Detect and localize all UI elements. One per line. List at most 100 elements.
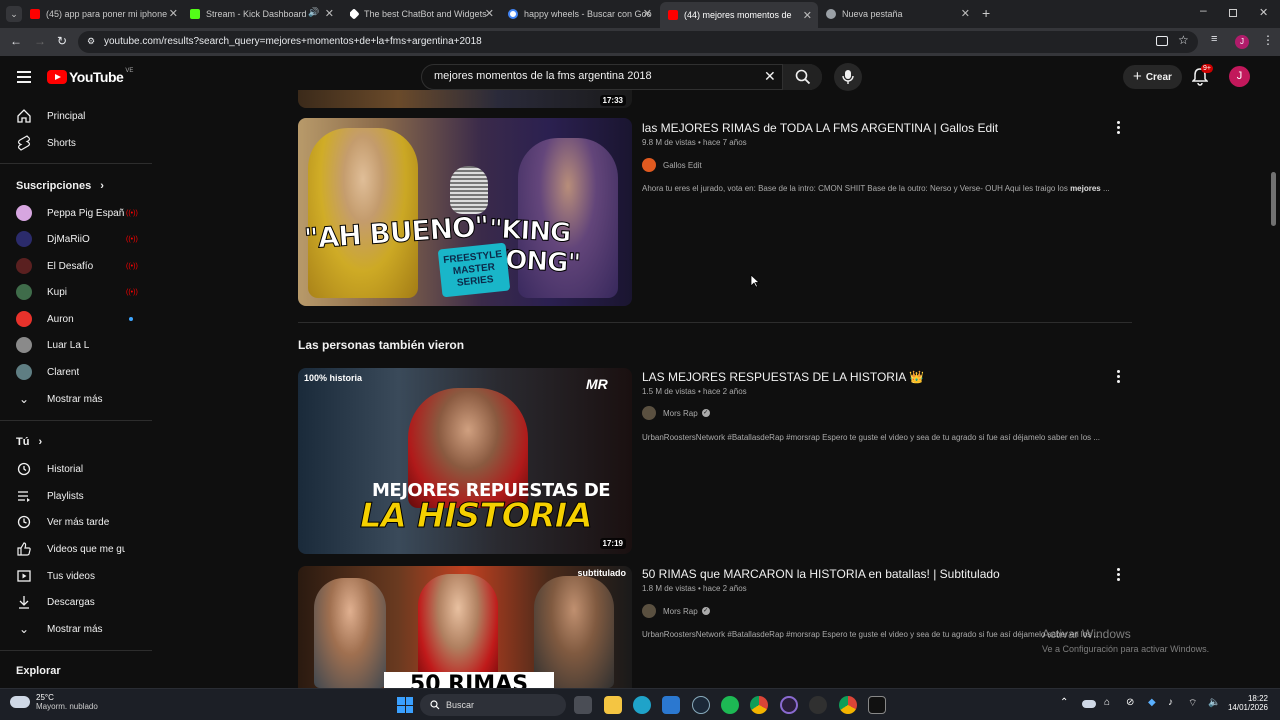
windows-taskbar: 25°C Mayorm. nublado Buscar ⌃ ⌂ ⊘ ◆ ♪ ⌔ … — [0, 688, 1280, 720]
close-tab-icon[interactable]: ✕ — [643, 7, 652, 20]
wifi-icon[interactable]: ⌔ — [1188, 697, 1197, 710]
you-heading[interactable]: Tú › — [16, 436, 42, 448]
channel-avatar — [642, 406, 656, 420]
back-icon[interactable]: ← — [10, 34, 22, 48]
sidebar-item-label: Historial — [47, 463, 84, 475]
close-tab-icon[interactable]: ✕ — [325, 7, 334, 20]
app-icon[interactable] — [809, 696, 827, 714]
close-window-icon[interactable]: ✕ — [1259, 6, 1268, 19]
video-thumbnail[interactable]: "AH BUENO" "KING KONG" FREESTYLE MASTER … — [298, 118, 632, 306]
weather-widget[interactable]: 25°C Mayorm. nublado — [10, 693, 98, 711]
tab-list-dropdown-icon[interactable]: ⌄ — [6, 6, 22, 22]
video-thumbnail[interactable]: subtitulado 50 RIMAS — [298, 566, 632, 688]
subscriptions-heading[interactable]: Suscripciones › — [16, 180, 104, 192]
sidebar-subscription[interactable]: Clarent — [0, 359, 152, 385]
youtube-logo[interactable]: YouTube VE — [47, 68, 133, 85]
minimize-icon[interactable]: – — [1200, 3, 1207, 17]
audio-playing-icon[interactable]: 🔊 — [308, 7, 319, 18]
network-icon[interactable]: ⌂ — [1104, 697, 1110, 708]
channel-link[interactable]: Mors Rap ✓ — [642, 405, 710, 421]
volume-icon[interactable]: 🔈 — [1208, 697, 1220, 708]
tab-label: Stream - Kick Dashboard — [206, 9, 307, 19]
channel-link[interactable]: Mors Rap ✓ — [642, 603, 710, 619]
page-scrollbar[interactable] — [1271, 172, 1276, 226]
sidebar-subscription[interactable]: El Desafío ((•)) — [0, 253, 152, 279]
chrome-profile-icon[interactable] — [839, 696, 857, 714]
close-tab-icon[interactable]: ✕ — [169, 7, 178, 20]
channel-avatar — [642, 158, 656, 172]
video-thumbnail[interactable]: 100% historia MR MEJORES REPUESTAS DE LA… — [298, 368, 632, 554]
onedrive-icon[interactable] — [1082, 700, 1096, 708]
store-icon[interactable] — [662, 696, 680, 714]
video-title[interactable]: las MEJORES RIMAS de TODA LA FMS ARGENTI… — [642, 121, 998, 135]
obs-icon[interactable] — [780, 696, 798, 714]
more-actions-icon[interactable] — [1114, 368, 1122, 385]
edge-icon[interactable] — [633, 696, 651, 714]
video-meta: 1.5 M de vistas • hace 2 años — [642, 387, 747, 396]
sidebar-subscription[interactable]: Luar La L — [0, 332, 152, 358]
browser-tab[interactable]: Nueva pestaña ✕ — [826, 4, 972, 24]
voice-search-button[interactable] — [834, 63, 862, 91]
more-actions-icon[interactable] — [1114, 566, 1122, 583]
more-actions-icon[interactable] — [1114, 119, 1122, 136]
browser-tab[interactable]: The best ChatBot and Widgets ✕ — [350, 4, 496, 24]
sidebar-item-watch-later[interactable]: Ver más tarde — [0, 509, 152, 535]
sidebar-subscription[interactable]: Auron — [0, 306, 152, 332]
browser-menu-icon[interactable]: ⋮ — [1262, 33, 1274, 47]
microphone-tray-icon[interactable]: ♪ — [1168, 697, 1173, 708]
sidebar-item-liked-videos[interactable]: Videos que me gus... — [0, 536, 152, 562]
video-title[interactable]: LAS MEJORES RESPUESTAS DE LA HISTORIA 👑 — [642, 370, 924, 384]
install-app-icon[interactable] — [1156, 36, 1168, 46]
video-title[interactable]: 50 RIMAS que MARCARON la HISTORIA en bat… — [642, 567, 1000, 581]
task-view-icon[interactable] — [574, 696, 592, 714]
close-tab-icon[interactable]: ✕ — [961, 7, 970, 20]
site-info-icon[interactable]: ⚙ — [87, 36, 99, 48]
sidebar-item-home[interactable]: Principal — [0, 103, 152, 129]
sidebar-subscription[interactable]: DjMaRiiO ((•)) — [0, 226, 152, 252]
security-icon[interactable]: ◆ — [1148, 697, 1156, 708]
forward-icon[interactable]: → — [34, 34, 46, 48]
sidebar-item-your-videos[interactable]: Tus videos — [0, 563, 152, 589]
chrome-icon[interactable] — [750, 696, 768, 714]
sidebar-show-more[interactable]: ⌄ Mostrar más — [0, 616, 152, 642]
bookmark-star-icon[interactable]: ☆ — [1178, 33, 1189, 47]
create-button[interactable]: + Crear — [1123, 65, 1182, 89]
restore-icon[interactable] — [1229, 9, 1237, 17]
account-avatar[interactable]: J — [1229, 66, 1250, 87]
sidebar-subscription[interactable]: Kupi ((•)) — [0, 279, 152, 305]
channel-name: El Desafío — [47, 260, 94, 272]
epic-games-icon[interactable] — [868, 696, 886, 714]
windows-start-icon[interactable] — [397, 697, 413, 713]
spotify-icon[interactable] — [721, 696, 739, 714]
taskbar-search-box[interactable]: Buscar — [420, 694, 566, 716]
steam-icon[interactable] — [692, 696, 710, 714]
hamburger-menu-icon[interactable] — [17, 71, 31, 83]
media-controls-icon[interactable]: ≡ — [1211, 33, 1217, 45]
file-explorer-icon[interactable] — [604, 696, 622, 714]
browser-tab[interactable]: (45) app para poner mi iphone ✕ — [30, 4, 180, 24]
close-tab-icon[interactable]: ✕ — [803, 9, 812, 22]
clock[interactable]: 18:22 14/01/2026 — [1226, 694, 1268, 712]
chevron-up-icon[interactable]: ⌃ — [1060, 697, 1068, 708]
search-button[interactable] — [782, 64, 822, 90]
profile-avatar[interactable]: J — [1235, 35, 1249, 49]
sidebar-item-shorts[interactable]: Shorts — [0, 130, 152, 156]
video-thumbnail[interactable]: 17:33 — [298, 90, 632, 108]
sidebar-show-more[interactable]: ⌄ Mostrar más — [0, 386, 152, 412]
app-tray-icon[interactable]: ⊘ — [1126, 697, 1134, 708]
close-tab-icon[interactable]: ✕ — [485, 7, 494, 20]
browser-tab[interactable]: happy wheels - Buscar con Goo ✕ — [508, 4, 654, 24]
thumbnail-figure-left — [308, 128, 418, 298]
sidebar-item-downloads[interactable]: Descargas — [0, 589, 152, 615]
sidebar-item-history[interactable]: Historial — [0, 456, 152, 482]
browser-tab-active[interactable]: (44) mejores momentos de la fr ✕ — [660, 2, 818, 28]
clear-search-icon[interactable]: ✕ — [764, 68, 776, 85]
sidebar-item-playlists[interactable]: Playlists — [0, 483, 152, 509]
reload-icon[interactable]: ↻ — [57, 34, 67, 48]
channel-link[interactable]: Gallos Edit — [642, 157, 702, 173]
sidebar-subscription[interactable]: Peppa Pig Españ... ((•)) — [0, 200, 152, 226]
notifications-button[interactable]: 9+ — [1191, 64, 1213, 91]
browser-tab[interactable]: Stream - Kick Dashboard 🔊 ✕ — [190, 4, 336, 24]
new-tab-icon[interactable]: + — [982, 5, 990, 21]
plus-icon: + — [1133, 68, 1142, 85]
